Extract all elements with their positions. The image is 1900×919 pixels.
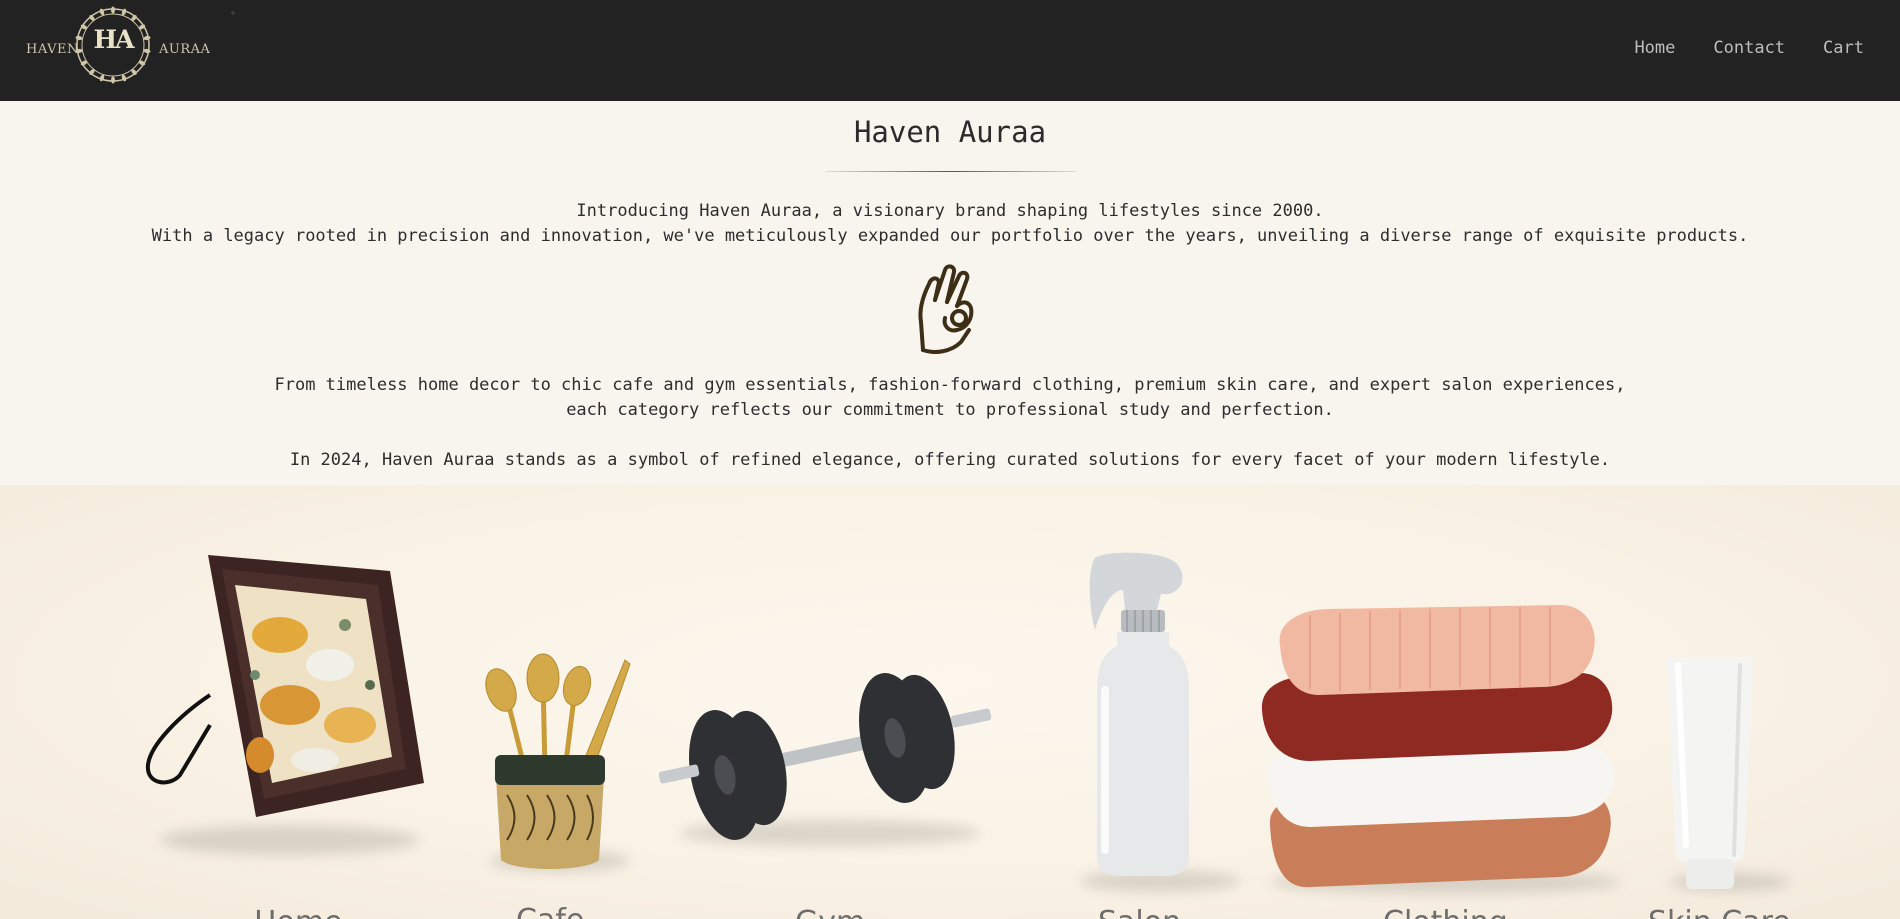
category-clothing-label: Clothing: [1383, 905, 1508, 919]
page-title: Haven Auraa: [853, 115, 1047, 149]
cream-tube-icon: [1666, 657, 1754, 889]
logo-monogram: HA: [93, 25, 134, 54]
dumbbell-icon: [658, 673, 992, 840]
intro-line-3: From timeless home decor to chic cafe an…: [274, 375, 1626, 395]
intro-line-1: Introducing Haven Auraa, a visionary bra…: [576, 201, 1324, 221]
intro-paragraph-2: From timeless home decor to chic cafe an…: [0, 373, 1900, 423]
categories-hero: Home Cafe: [0, 485, 1900, 919]
cutlery-cup-icon: [485, 653, 631, 869]
folded-clothes-icon: [1261, 605, 1615, 888]
intro-paragraph-1: Introducing Haven Auraa, a visionary bra…: [0, 199, 1900, 249]
nav-link-cart[interactable]: Cart: [1823, 38, 1864, 58]
intro-paragraph-3: In 2024, Haven Auraa stands as a symbol …: [289, 450, 1611, 470]
intro-line-2: With a legacy rooted in precision and in…: [151, 226, 1749, 246]
intro-line-4: each category reflects our commitment to…: [566, 400, 1334, 420]
picture-frame-icon: [145, 555, 424, 817]
ok-hand-icon: [918, 264, 974, 354]
nav-menu: Home Contact Cart: [1634, 38, 1864, 58]
category-skin-care-label: Skin Care: [1648, 905, 1791, 919]
nav-link-home[interactable]: Home: [1634, 38, 1675, 58]
category-gym-label: Gym: [795, 905, 865, 919]
brand-logo[interactable]: HAVEN HA AURAA: [24, 4, 210, 86]
logo-right-word: AURAA: [159, 42, 211, 57]
nav-link-contact[interactable]: Contact: [1713, 38, 1785, 58]
logo-left-word: HAVEN: [26, 42, 79, 57]
intro-section: Haven Auraa Introducing Haven Auraa, a v…: [0, 101, 1900, 485]
category-home-label: Home: [254, 905, 343, 919]
spray-bottle-icon: [1089, 552, 1189, 876]
category-salon-label: Salon: [1098, 905, 1181, 919]
nav-dot: [231, 11, 235, 15]
title-divider: [826, 171, 1076, 172]
category-cafe-label: Cafe: [516, 903, 584, 919]
navbar: HAVEN HA AURAA Home Contact Cart: [0, 0, 1900, 101]
